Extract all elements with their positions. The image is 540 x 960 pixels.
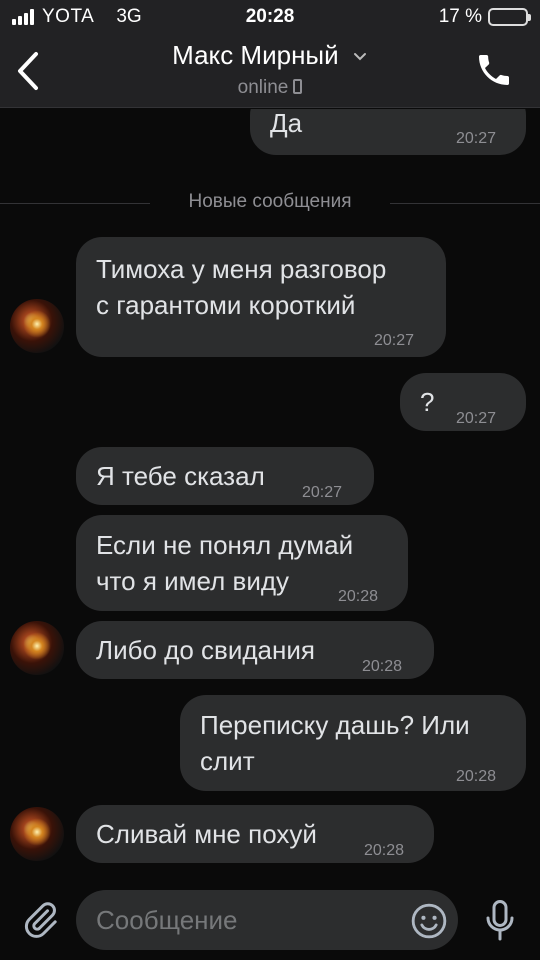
avatar[interactable] xyxy=(10,807,64,861)
paperclip-icon xyxy=(24,902,57,938)
emoji-button[interactable] xyxy=(410,902,448,940)
message-text-line: Переписку дашь? Или xyxy=(200,710,470,740)
message-text-line: слит xyxy=(200,746,255,776)
message-bubble-outgoing[interactable]: Да 20:27 xyxy=(250,109,526,155)
message-text: Сливай мне похуй xyxy=(96,819,317,849)
separator-label: Новые сообщения xyxy=(188,191,352,212)
message-text-line: что я имел виду xyxy=(96,566,290,596)
smiley-icon xyxy=(411,903,447,939)
message-text: Я тебе сказал xyxy=(96,461,265,491)
message-time: 20:28 xyxy=(362,658,403,675)
message-bubble-incoming[interactable]: Тимоха у меня разговор с гарантоми корот… xyxy=(76,237,446,357)
message-time: 20:27 xyxy=(302,484,343,501)
message-time: 20:27 xyxy=(456,410,497,427)
back-button[interactable] xyxy=(10,46,50,96)
message-time: 20:28 xyxy=(364,842,405,859)
contact-header[interactable]: Макс Мирный online xyxy=(90,40,450,99)
message-time: 20:28 xyxy=(338,588,379,605)
message-bubble-outgoing[interactable]: ? 20:27 xyxy=(400,373,526,431)
message-input[interactable] xyxy=(76,890,458,950)
message-text: Либо до свидания xyxy=(96,635,315,665)
message-text: Да xyxy=(270,109,303,138)
battery-icon xyxy=(488,8,531,26)
message-composer xyxy=(0,880,540,960)
status-bar: YOTA 3G 20:28 17 % xyxy=(0,0,540,36)
message-time: 20:28 xyxy=(456,768,497,785)
message-text-line: Тимоха у меня разговор xyxy=(96,254,387,284)
message-bubble-incoming[interactable]: Либо до свидания 20:28 xyxy=(76,621,434,679)
avatar[interactable] xyxy=(10,299,64,353)
contact-name: Макс Мирный xyxy=(172,40,339,70)
mobile-device-icon xyxy=(293,79,303,94)
message-bubble-incoming[interactable]: Я тебе сказал 20:27 xyxy=(76,447,374,505)
call-button[interactable] xyxy=(474,50,514,90)
chevron-down-icon xyxy=(353,53,366,61)
new-messages-separator: Новые сообщения xyxy=(0,189,540,219)
attach-button[interactable] xyxy=(20,898,60,942)
microphone-icon xyxy=(486,900,514,941)
message-text: ? xyxy=(420,387,435,417)
battery-percent: 17 % xyxy=(438,6,482,27)
message-text-line: Если не понял думай xyxy=(96,530,354,560)
message-bubble-incoming[interactable]: Сливай мне похуй 20:28 xyxy=(76,805,434,863)
chevron-left-icon xyxy=(18,52,38,90)
message-list[interactable]: Да 20:27 Новые сообщения Тимоха у меня р… xyxy=(0,109,540,879)
contact-status: online xyxy=(237,77,289,98)
message-bubble-incoming[interactable]: Если не понял думай что я имел виду 20:2… xyxy=(76,515,408,611)
message-text-line: с гарантоми короткий xyxy=(96,290,356,320)
message-time: 20:27 xyxy=(374,332,415,349)
chat-header: YOTA 3G 20:28 17 % Макс Мирный online xyxy=(0,0,540,108)
message-bubble-outgoing[interactable]: Переписку дашь? Или слит 20:28 xyxy=(180,695,526,791)
avatar[interactable] xyxy=(10,621,64,675)
phone-icon xyxy=(479,55,509,85)
voice-message-button[interactable] xyxy=(482,898,518,944)
message-time: 20:27 xyxy=(456,130,497,147)
